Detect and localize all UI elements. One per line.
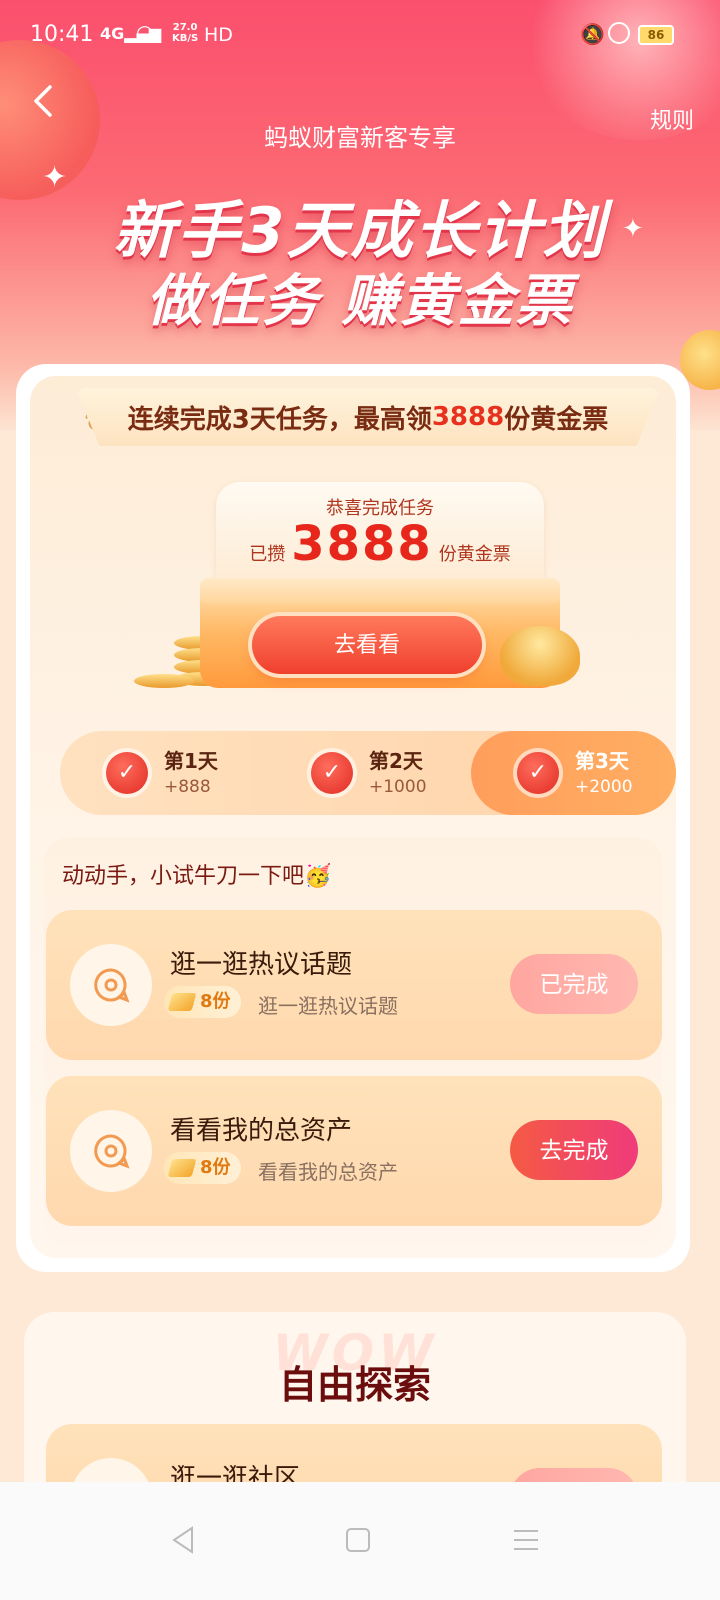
mute-bell-icon: 🔕 (580, 22, 605, 46)
task-reward-amount: 8份 (200, 1157, 231, 1178)
day-2: ✓ 第2天 +1000 (265, 731, 470, 815)
task-item: 逛一逛热议话题 8份 逛一逛热议话题 已完成 (46, 910, 662, 1060)
speed-value: 27.0 (172, 22, 198, 33)
status-time: 10:41 (30, 22, 94, 47)
task-description: 看看我的总资产 (258, 1160, 398, 1184)
system-nav-bar (0, 1482, 720, 1600)
speed-unit: KB/S (172, 33, 199, 44)
task-name: 逛一逛热议话题 (170, 950, 353, 980)
task-go-complete-button[interactable]: 去完成 (510, 1120, 638, 1180)
alarm-icon (608, 22, 630, 44)
gold-ticket-icon (167, 993, 197, 1011)
network-speed: 27.0 KB/S (172, 22, 198, 44)
check-icon: ✓ (517, 752, 559, 794)
day-1: ✓ 第1天 +888 (60, 731, 265, 815)
triangle-back-icon[interactable] (166, 1522, 202, 1558)
task-item: 看看我的总资产 8份 看看我的总资产 去完成 (46, 1076, 662, 1226)
task-completed-button[interactable]: 已完成 (510, 954, 638, 1014)
wifi-icon: ◠ (136, 20, 154, 44)
reward-banner: 连续完成3天任务，最高领 3888 份黄金票 (76, 388, 660, 446)
battery-level: 86 (647, 28, 665, 42)
view-rewards-button[interactable]: 去看看 (252, 616, 482, 674)
banner-prefix: 连续完成3天任务，最高领 (127, 404, 432, 435)
day-points: +2000 (575, 777, 633, 797)
gold-ingot-decoration (500, 626, 580, 686)
day-label: 第2天 (369, 749, 423, 773)
banner-suffix: 份黄金票 (504, 404, 609, 435)
day-progress: ✓ 第1天 +888 ✓ 第2天 +1000 ✓ 第3天 +2000 (60, 731, 676, 815)
check-icon: ✓ (311, 752, 353, 794)
menu-lines-icon[interactable] (508, 1522, 544, 1558)
chevron-left-icon[interactable] (28, 84, 62, 118)
day-label: 第1天 (164, 749, 218, 773)
day-points: +1000 (369, 777, 427, 797)
day-points: +888 (164, 777, 211, 797)
chat-bubble-icon (70, 1110, 152, 1192)
saved-suffix: 份黄金票 (438, 544, 511, 565)
banner-highlight: 3888 (431, 402, 505, 432)
task-section-heading: 动动手，小试牛刀一下吧🥳 (62, 864, 332, 889)
explore-title: 自由探索 (278, 1363, 431, 1407)
task-description: 逛一逛热议话题 (258, 994, 398, 1018)
saved-prefix: 已攒 (249, 544, 286, 565)
card-body: ❦ ❦ 连续完成3天任务，最高领3888份黄金票 恭喜完成任务 已攒 3888 … (30, 376, 676, 1258)
check-icon: ✓ (106, 752, 148, 794)
growth-plan-card: ❦ ❦ 连续完成3天任务，最高领3888份黄金票 恭喜完成任务 已攒 3888 … (16, 364, 690, 1272)
page-tagline: 做任务 赚黄金票 (146, 269, 574, 334)
day-3: ✓ 第3天 +2000 (471, 731, 676, 815)
chest-band (200, 578, 560, 604)
hd-indicator: HD (204, 24, 233, 46)
chat-bubble-icon (70, 944, 152, 1026)
task-reward-amount: 8份 (200, 991, 231, 1012)
gold-ticket-icon (167, 1159, 197, 1177)
day-label: 第3天 (575, 749, 629, 773)
saved-amount-number: 3888 (291, 516, 433, 572)
page-subtitle: 蚂蚁财富新客专享 (264, 124, 456, 152)
square-home-icon[interactable] (340, 1522, 376, 1558)
task-section: 动动手，小试牛刀一下吧🥳 逛一逛热议话题 8份 逛一逛热议话题 已完成 看看我的… (44, 838, 662, 1246)
task-name: 看看我的总资产 (170, 1116, 353, 1146)
task-reward: 8份 (164, 1152, 241, 1184)
saved-amount: 已攒 3888 份黄金票 (200, 516, 560, 572)
network-type: 4G (100, 24, 125, 43)
status-bar: 10:41 4G▂▄▆ ◠ 27.0 KB/S HD 🔕 86 (0, 0, 720, 72)
battery-icon: 86 (638, 25, 674, 45)
task-reward: 8份 (164, 986, 241, 1018)
